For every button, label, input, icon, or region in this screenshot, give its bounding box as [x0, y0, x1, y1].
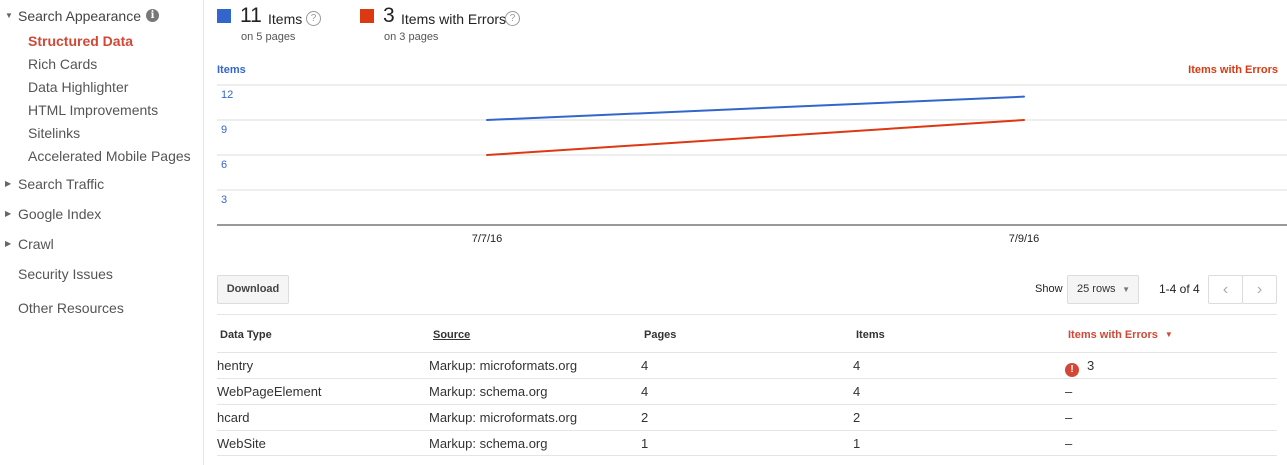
- sidebar-item-html-improvements[interactable]: HTML Improvements: [28, 102, 158, 118]
- sidebar-section-label: Crawl: [18, 236, 54, 252]
- header-items-with-errors[interactable]: Items with Errors ▼: [1068, 329, 1173, 341]
- cell-source: Markup: microformats.org: [429, 410, 578, 425]
- help-icon[interactable]: ?: [306, 11, 321, 26]
- cell-pages: 1: [641, 436, 649, 451]
- y-tick-label: 3: [221, 194, 227, 206]
- cell-source: Markup: schema.org: [429, 436, 548, 451]
- data-point-items: [1023, 95, 1025, 98]
- header-source[interactable]: Source: [433, 329, 470, 341]
- sidebar-item-data-highlighter[interactable]: Data Highlighter: [28, 79, 128, 95]
- table-row[interactable]: WebSite Markup: schema.org 1 1 –: [217, 430, 1277, 456]
- sidebar-section-label: Security Issues: [18, 266, 113, 282]
- data-point-items-with-errors: [486, 154, 488, 156]
- error-icon: !: [1065, 363, 1079, 377]
- sidebar: ▼ Search Appearance i Structured Data Ri…: [0, 0, 204, 465]
- cell-items: 4: [853, 384, 861, 399]
- sidebar-section-label: Google Index: [18, 206, 102, 222]
- cell-items: 1: [853, 436, 861, 451]
- pagination-text: 1-4 of 4: [1159, 282, 1200, 296]
- sidebar-section-label: Search Appearance: [18, 8, 141, 24]
- errors-pages: on 3 pages: [384, 31, 439, 43]
- previous-page-button[interactable]: ‹: [1208, 275, 1243, 304]
- cell-errors: –: [1065, 410, 1073, 425]
- chart-svg: 3 6 9 12 7/7/16 7/9/16: [217, 84, 1287, 245]
- cell-errors: –: [1065, 436, 1073, 451]
- dropdown-arrow-icon: ▼: [1122, 285, 1130, 294]
- rows-select[interactable]: 25 rows ▼: [1067, 275, 1139, 304]
- sidebar-section-label: Search Traffic: [18, 176, 105, 192]
- cell-source: Markup: microformats.org: [429, 358, 578, 373]
- cell-source: Markup: schema.org: [429, 384, 548, 399]
- cell-data-type: WebSite: [217, 436, 266, 451]
- info-icon[interactable]: i: [146, 9, 159, 22]
- table-row[interactable]: WebPageElement Markup: schema.org 4 4 –: [217, 378, 1277, 404]
- errors-count: 3: [383, 4, 395, 27]
- table-header-row: Data Type Source Pages Items Items with …: [217, 314, 1277, 352]
- help-icon[interactable]: ?: [505, 11, 520, 26]
- sort-desc-icon: ▼: [1164, 330, 1173, 339]
- cell-pages: 2: [641, 410, 649, 425]
- sidebar-item-rich-cards[interactable]: Rich Cards: [28, 56, 97, 72]
- y-tick-label: 9: [221, 124, 227, 136]
- series-line-items: [486, 95, 1025, 121]
- items-count: 11: [240, 4, 262, 27]
- data-point-items: [486, 119, 488, 121]
- cell-errors: ! 3: [1065, 358, 1094, 377]
- cell-errors-value: 3: [1087, 358, 1095, 373]
- x-tick-label: 7/9/16: [1009, 233, 1040, 245]
- chevron-left-icon: ‹: [1222, 281, 1229, 298]
- cell-errors: –: [1065, 384, 1073, 399]
- series-line-items-with-errors: [486, 119, 1025, 156]
- errors-legend-swatch[interactable]: [360, 9, 374, 23]
- sidebar-item-accelerated-mobile-pages[interactable]: Accelerated Mobile Pages: [28, 148, 191, 164]
- chevron-right-icon: ›: [1256, 281, 1263, 298]
- cell-pages: 4: [641, 384, 649, 399]
- cell-data-type: hcard: [217, 410, 250, 425]
- cell-items: 4: [853, 358, 861, 373]
- sidebar-item-sitelinks[interactable]: Sitelinks: [28, 125, 80, 141]
- y-tick-label: 12: [221, 89, 233, 101]
- items-legend-swatch[interactable]: [217, 9, 231, 23]
- download-button[interactable]: Download: [217, 275, 289, 304]
- caret-right-icon: ▶: [5, 179, 12, 188]
- items-pages: on 5 pages: [241, 31, 296, 43]
- table-row[interactable]: hcard Markup: microformats.org 2 2 –: [217, 404, 1277, 430]
- cell-items: 2: [853, 410, 861, 425]
- caret-right-icon: ▶: [5, 239, 12, 248]
- show-label: Show: [1035, 283, 1063, 295]
- header-data-type[interactable]: Data Type: [220, 329, 272, 341]
- cell-pages: 4: [641, 358, 649, 373]
- cell-data-type: WebPageElement: [217, 384, 322, 399]
- caret-right-icon: ▶: [5, 209, 12, 218]
- cell-data-type: hentry: [217, 358, 254, 373]
- data-point-items-with-errors: [1023, 119, 1025, 121]
- header-pages[interactable]: Pages: [644, 329, 676, 341]
- caret-down-icon: ▼: [5, 11, 13, 20]
- y-tick-label: 6: [221, 159, 227, 171]
- items-label: Items: [268, 11, 303, 27]
- errors-label: Items with Errors: [401, 11, 507, 27]
- header-items-with-errors-label: Items with Errors: [1068, 329, 1158, 341]
- sidebar-item-structured-data[interactable]: Structured Data: [28, 33, 133, 49]
- chart: Items Items with Errors 3 6 9 12 7/7/16 7/9/1…: [217, 60, 1287, 250]
- next-page-button[interactable]: ›: [1242, 275, 1277, 304]
- table-row[interactable]: hentry Markup: microformats.org 4 4 ! 3: [217, 352, 1277, 378]
- rows-select-value: 25 rows: [1077, 283, 1116, 295]
- sidebar-section-label: Other Resources: [18, 300, 124, 316]
- header-items[interactable]: Items: [856, 329, 885, 341]
- x-tick-label: 7/7/16: [472, 233, 503, 245]
